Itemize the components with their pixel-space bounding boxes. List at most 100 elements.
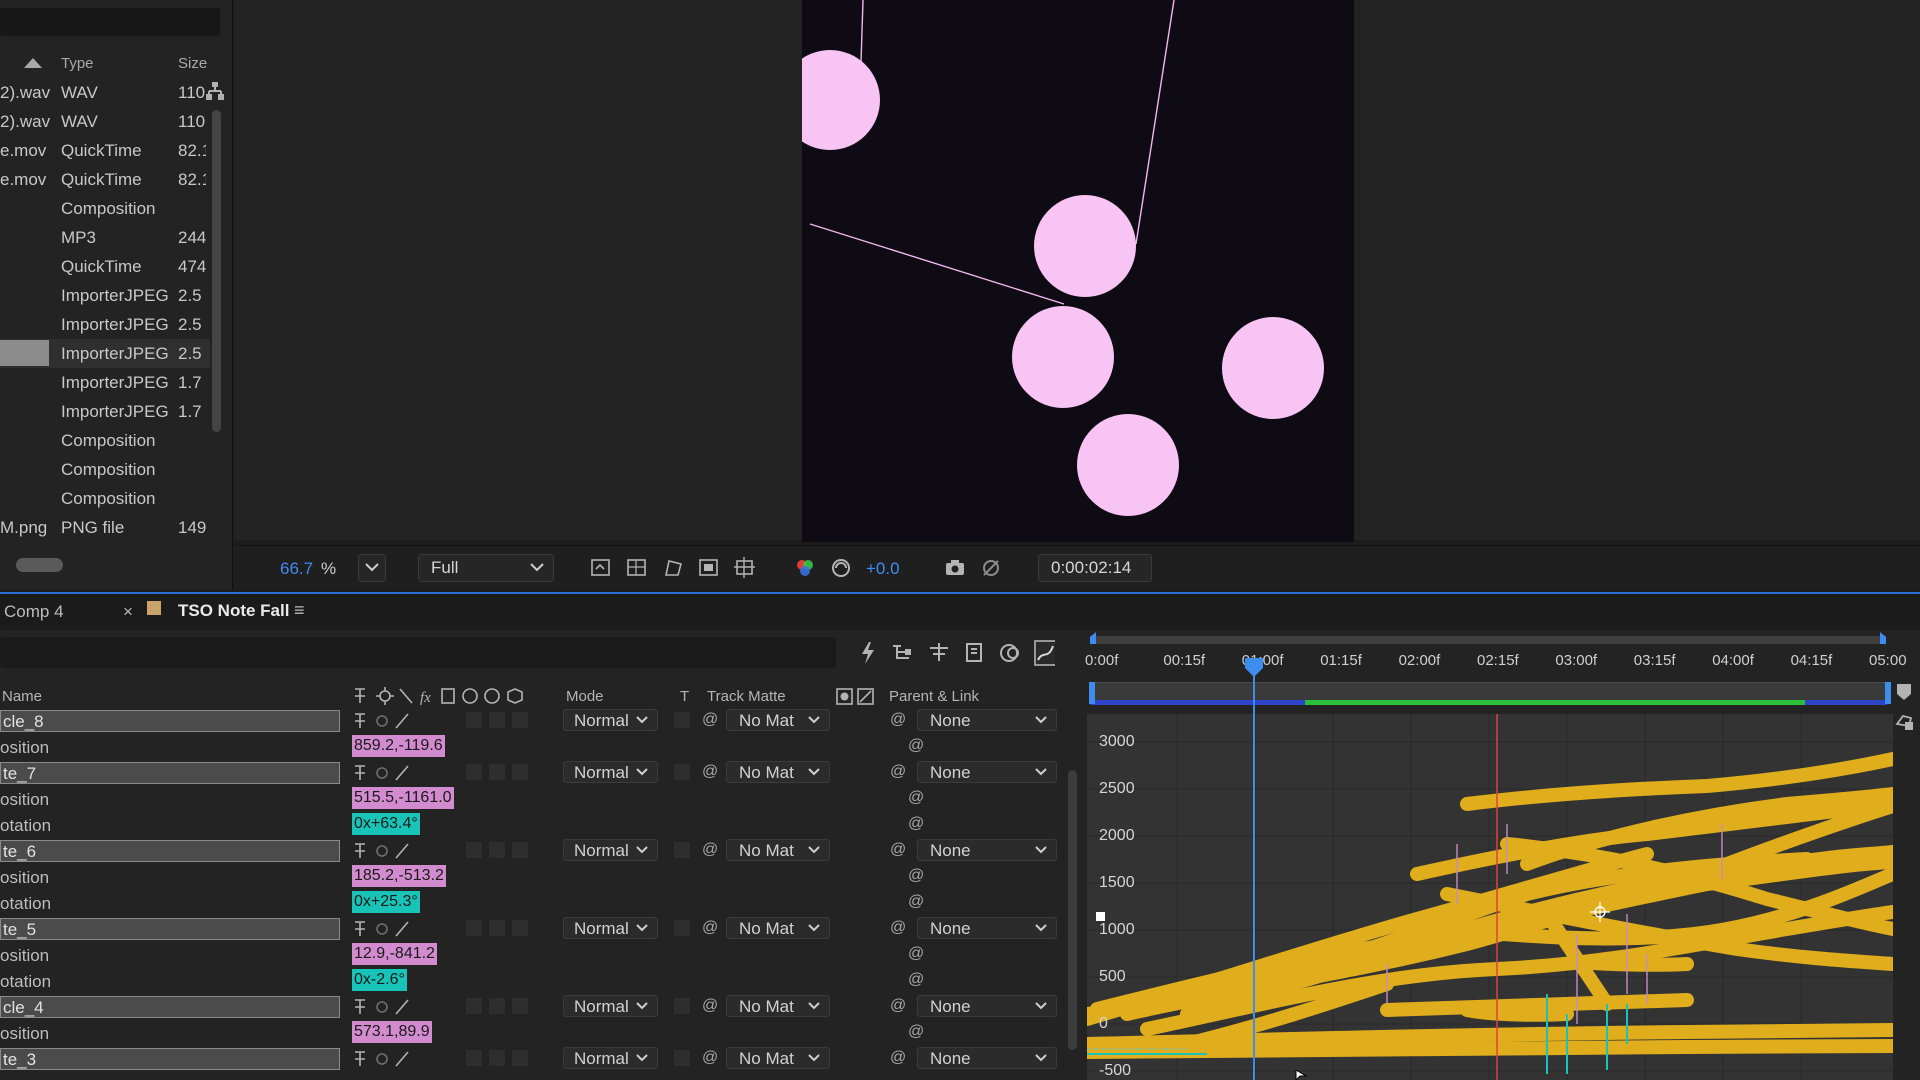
3d-layer-switch[interactable]	[512, 1050, 528, 1066]
preserve-transparency-switch[interactable]	[674, 842, 690, 858]
current-time-display[interactable]: 0:00:02:14	[1038, 554, 1152, 582]
blend-mode-dropdown[interactable]: Normal	[563, 761, 658, 783]
3d-layer-switch[interactable]	[512, 712, 528, 728]
3d-layer-switch[interactable]	[512, 764, 528, 780]
track-matte-column-header[interactable]: Track Matte	[707, 688, 786, 705]
project-item-row[interactable]: Composition	[0, 426, 210, 455]
motion-blur-switch[interactable]	[466, 1050, 482, 1066]
graph-editor-toggle-icon[interactable]	[1000, 644, 1019, 662]
motion-blur-switch[interactable]	[466, 920, 482, 936]
project-item-row[interactable]: e.mov QuickTime 82.1	[0, 136, 210, 165]
layer-name[interactable]: te_5	[0, 918, 340, 940]
project-search-field[interactable]	[0, 8, 220, 36]
parent-pickwhip-icon[interactable]: @	[890, 711, 908, 729]
project-item-row[interactable]: Composition	[0, 455, 210, 484]
parent-dropdown[interactable]: None	[917, 761, 1057, 783]
resolution-dropdown[interactable]: Full	[418, 554, 554, 582]
zoom-dropdown[interactable]	[358, 554, 386, 582]
parent-pickwhip-icon[interactable]: @	[890, 1049, 908, 1067]
motion-blur-switch[interactable]	[466, 998, 482, 1014]
3d-layer-switch[interactable]	[512, 920, 528, 936]
parent-link-column-header[interactable]: Parent & Link	[889, 688, 979, 705]
project-item-row[interactable]: ImporterJPEG 2.5	[0, 339, 210, 368]
property-value[interactable]: 859.2,-119.6	[352, 735, 445, 757]
layer-row[interactable]: cle_4 Normal @ No Mat @ None	[0, 995, 1062, 1021]
reset-exposure-icon[interactable]	[830, 557, 852, 579]
expression-pickwhip-icon[interactable]: @	[908, 737, 926, 755]
adjustment-switch[interactable]	[489, 712, 505, 728]
project-item-row[interactable]: ImporterJPEG 2.5	[0, 310, 210, 339]
adjustment-switch[interactable]	[489, 920, 505, 936]
graph-editor-icon[interactable]	[1034, 640, 1060, 666]
preserve-transparency-switch[interactable]	[674, 712, 690, 728]
navigator-handles[interactable]	[1087, 682, 1893, 706]
note-circle[interactable]	[1034, 195, 1136, 297]
layer-switches[interactable]	[352, 919, 422, 939]
layer-row[interactable]: cle_8 Normal @ No Mat @ None	[0, 709, 1062, 735]
show-snapshot-icon[interactable]	[980, 557, 1002, 579]
note-circle[interactable]	[1222, 317, 1324, 419]
parent-dropdown[interactable]: None	[917, 917, 1057, 939]
blend-mode-dropdown[interactable]: Normal	[563, 917, 658, 939]
parent-pickwhip-icon[interactable]: @	[890, 763, 908, 781]
draft-3d-icon[interactable]	[862, 642, 874, 664]
expression-pickwhip-icon[interactable]: @	[908, 789, 926, 807]
3d-layer-switch[interactable]	[512, 842, 528, 858]
current-time-indicator[interactable]	[1253, 660, 1255, 1080]
blend-mode-dropdown[interactable]: Normal	[563, 995, 658, 1017]
track-matte-dropdown[interactable]: No Mat	[726, 995, 830, 1017]
expression-pickwhip-icon[interactable]: @	[908, 815, 926, 833]
graph-editor[interactable]: 3000 2500 2000 1500 1000 500 0 -500	[1087, 714, 1893, 1080]
name-column-header[interactable]: Name	[2, 688, 42, 705]
track-matte-dropdown[interactable]: No Mat	[726, 709, 830, 731]
layer-row[interactable]: te_6 Normal @ No Mat @ None	[0, 839, 1062, 865]
adjustment-switch[interactable]	[489, 764, 505, 780]
snapshot-camera-icon[interactable]	[944, 557, 966, 579]
blend-mode-dropdown[interactable]: Normal	[563, 709, 658, 731]
project-item-row[interactable]: 2).wav WAV 110	[0, 107, 210, 136]
matte-pickwhip-icon[interactable]: @	[702, 1049, 720, 1067]
parent-pickwhip-icon[interactable]: @	[890, 841, 908, 859]
track-matte-dropdown[interactable]: No Mat	[726, 761, 830, 783]
blend-mode-dropdown[interactable]: Normal	[563, 839, 658, 861]
expression-pickwhip-icon[interactable]: @	[908, 867, 926, 885]
blend-mode-dropdown[interactable]: Normal	[563, 1047, 658, 1069]
region-of-interest-icon[interactable]	[698, 557, 720, 579]
color-channels-icon[interactable]	[794, 557, 816, 579]
hierarchy-icon[interactable]	[205, 81, 225, 101]
matte-pickwhip-icon[interactable]: @	[702, 711, 720, 729]
preserve-transparency-switch[interactable]	[674, 1050, 690, 1066]
parent-dropdown[interactable]: None	[917, 1047, 1057, 1069]
layer-switches[interactable]	[352, 997, 422, 1017]
layer-search-field[interactable]	[0, 637, 836, 668]
layer-name[interactable]: te_7	[0, 762, 340, 784]
project-item-row[interactable]: 2).wav WAV 110	[0, 78, 210, 107]
motion-blur-switch[interactable]	[466, 764, 482, 780]
parent-pickwhip-icon[interactable]: @	[890, 997, 908, 1015]
note-circle[interactable]	[1012, 306, 1114, 408]
playhead-icon[interactable]	[1243, 656, 1265, 678]
tab-close-button[interactable]: ×	[123, 602, 133, 622]
frame-blending-icon[interactable]	[930, 643, 948, 661]
timeline-vertical-scrollbar[interactable]	[1068, 770, 1077, 1050]
property-value[interactable]: 515.5,-1161.0	[352, 787, 454, 809]
expression-pickwhip-icon[interactable]: @	[908, 1023, 926, 1041]
zoom-value[interactable]: 66.7	[280, 559, 313, 579]
project-item-row[interactable]: MP3 244	[0, 223, 210, 252]
transparency-grid-icon[interactable]	[626, 557, 648, 579]
project-item-row[interactable]: M.png PNG file 149	[0, 513, 210, 542]
fast-previews-icon[interactable]	[590, 557, 612, 579]
expression-pickwhip-icon[interactable]: @	[908, 971, 926, 989]
layer-row[interactable]: te_3 Normal @ No Mat @ None	[0, 1047, 1062, 1073]
expression-pickwhip-icon[interactable]: @	[908, 945, 926, 963]
project-item-row[interactable]: e.mov QuickTime 82.1	[0, 165, 210, 194]
property-value[interactable]: 0x+25.3°	[352, 891, 420, 913]
layer-name[interactable]: cle_8	[0, 710, 340, 732]
motion-blur-icon[interactable]	[966, 643, 982, 662]
parent-dropdown[interactable]: None	[917, 709, 1057, 731]
tab-tso-note-fall[interactable]: TSO Note Fall	[178, 601, 289, 621]
layer-name[interactable]: cle_4	[0, 996, 340, 1018]
layer-row[interactable]: te_7 Normal @ No Mat @ None	[0, 761, 1062, 787]
parent-pickwhip-icon[interactable]: @	[890, 919, 908, 937]
exposure-value[interactable]: +0.0	[866, 559, 900, 579]
